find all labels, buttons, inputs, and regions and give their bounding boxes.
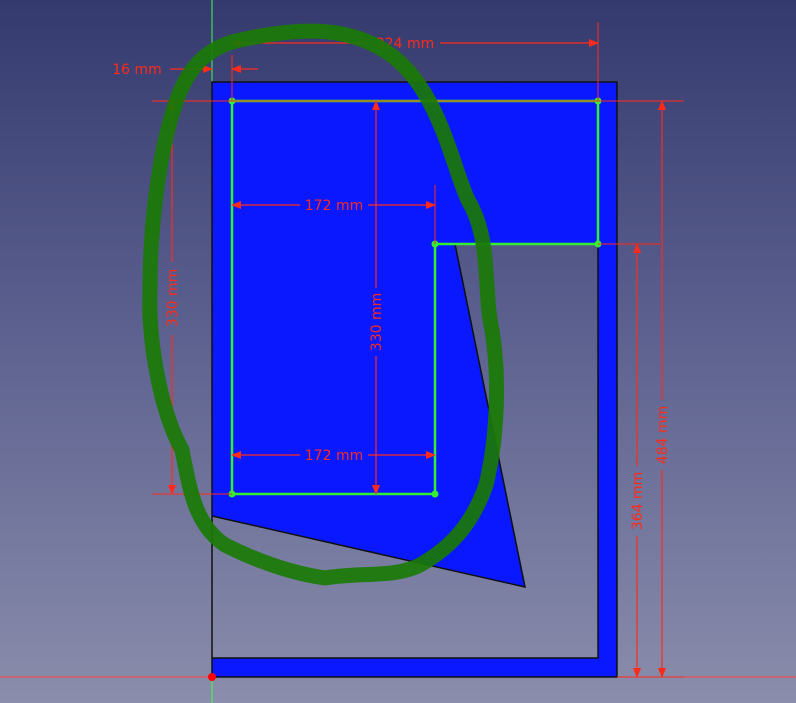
dim-inner-top-width[interactable]: 172 mm xyxy=(305,198,363,214)
sketch-canvas[interactable]: 324 mm 16 mm 172 mm 172 mm 330 mm 330 mm… xyxy=(0,0,796,703)
dim-left-height[interactable]: 330 mm xyxy=(165,269,181,327)
dim-offset-left[interactable]: 16 mm xyxy=(112,62,162,78)
dim-center-height[interactable]: 330 mm xyxy=(369,293,385,351)
origin-point[interactable] xyxy=(208,673,216,681)
dim-inner-bottom-width[interactable]: 172 mm xyxy=(305,448,363,464)
dim-right-outer-height[interactable]: 484 mm xyxy=(655,406,671,464)
3d-viewport[interactable]: 324 mm 16 mm 172 mm 172 mm 330 mm 330 mm… xyxy=(0,0,796,703)
vertex-point[interactable] xyxy=(431,490,439,498)
part-face[interactable] xyxy=(211,81,618,678)
dim-right-inner-height[interactable]: 364 mm xyxy=(630,472,646,530)
